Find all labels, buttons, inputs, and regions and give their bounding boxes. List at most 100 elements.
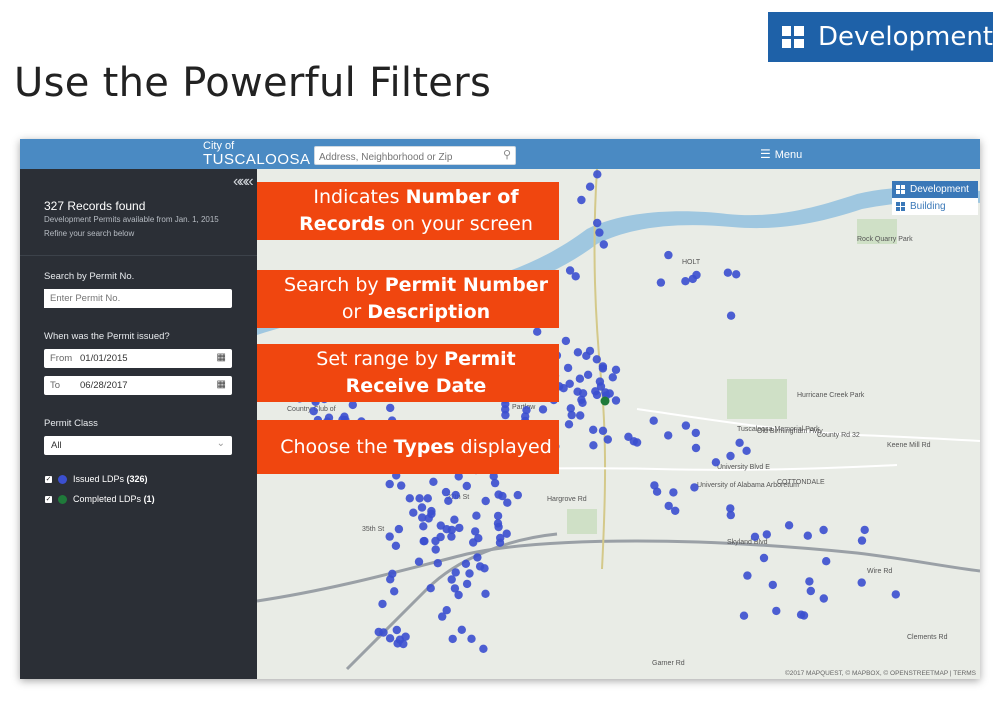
permit-marker[interactable] bbox=[490, 478, 500, 488]
permit-marker[interactable] bbox=[433, 559, 442, 568]
permit-marker[interactable] bbox=[385, 479, 394, 489]
permit-marker[interactable] bbox=[806, 586, 815, 596]
permit-marker[interactable] bbox=[462, 481, 471, 491]
permit-marker[interactable] bbox=[803, 531, 812, 540]
permit-marker[interactable] bbox=[450, 515, 459, 524]
permit-marker[interactable] bbox=[726, 510, 735, 520]
permit-marker[interactable] bbox=[691, 428, 700, 438]
permit-marker[interactable] bbox=[419, 537, 428, 546]
permit-marker[interactable] bbox=[595, 228, 604, 237]
permit-marker[interactable] bbox=[409, 508, 418, 517]
permit-marker[interactable] bbox=[503, 498, 512, 507]
permit-marker[interactable] bbox=[860, 525, 869, 535]
permit-marker[interactable] bbox=[743, 571, 752, 580]
permit-marker[interactable] bbox=[575, 374, 585, 383]
permit-marker[interactable] bbox=[564, 420, 574, 429]
permit-marker[interactable] bbox=[455, 523, 464, 533]
permit-marker[interactable] bbox=[611, 396, 621, 405]
permit-marker[interactable] bbox=[739, 611, 749, 620]
legend-completed[interactable]: ✓ Completed LDPs (1) bbox=[45, 494, 155, 504]
permit-marker[interactable] bbox=[394, 524, 404, 534]
permit-marker[interactable] bbox=[309, 407, 318, 416]
permit-marker[interactable] bbox=[589, 441, 598, 450]
permit-marker[interactable] bbox=[611, 365, 621, 374]
permit-marker[interactable] bbox=[735, 438, 744, 447]
search-icon[interactable]: ⚲ bbox=[503, 148, 511, 161]
permit-marker[interactable] bbox=[390, 587, 399, 596]
permit-marker[interactable] bbox=[388, 569, 397, 578]
permit-marker[interactable] bbox=[494, 490, 503, 499]
permit-marker[interactable] bbox=[656, 278, 666, 287]
permit-marker[interactable] bbox=[538, 405, 548, 414]
permit-marker[interactable] bbox=[431, 536, 440, 546]
permit-marker[interactable] bbox=[598, 426, 608, 435]
permit-marker[interactable] bbox=[669, 488, 678, 497]
permit-marker[interactable] bbox=[577, 195, 586, 205]
permit-marker[interactable] bbox=[566, 404, 575, 413]
permit-marker[interactable] bbox=[441, 487, 451, 497]
permit-marker[interactable] bbox=[723, 268, 733, 277]
city-logo[interactable]: City of TUSCALOOSA bbox=[203, 141, 311, 168]
permit-marker[interactable] bbox=[414, 557, 424, 566]
permit-marker[interactable] bbox=[750, 532, 760, 541]
permit-marker[interactable] bbox=[664, 250, 673, 260]
permit-marker[interactable] bbox=[442, 606, 451, 615]
permit-marker[interactable] bbox=[593, 218, 602, 228]
permit-marker[interactable] bbox=[465, 569, 474, 578]
calendar-icon[interactable]: ▦ bbox=[217, 379, 226, 390]
permit-marker[interactable] bbox=[450, 584, 460, 593]
permit-marker[interactable] bbox=[664, 431, 673, 440]
permit-marker[interactable] bbox=[431, 545, 440, 554]
permit-marker[interactable] bbox=[513, 490, 522, 500]
permit-marker[interactable] bbox=[573, 348, 583, 357]
permit-marker[interactable] bbox=[772, 606, 781, 616]
permit-marker[interactable] bbox=[592, 355, 601, 364]
permit-marker[interactable] bbox=[426, 584, 435, 593]
permit-marker[interactable] bbox=[681, 277, 690, 286]
permit-number-input[interactable] bbox=[44, 289, 226, 308]
permit-marker[interactable] bbox=[805, 577, 814, 586]
permit-marker[interactable] bbox=[582, 351, 591, 360]
permit-marker[interactable] bbox=[461, 559, 471, 568]
permit-marker[interactable] bbox=[451, 568, 460, 577]
collapse-sidebar-icon[interactable]: ««« bbox=[233, 173, 254, 191]
permit-marker[interactable] bbox=[385, 532, 394, 541]
permit-marker[interactable] bbox=[563, 363, 573, 373]
permit-marker[interactable] bbox=[451, 490, 460, 500]
permit-marker[interactable] bbox=[447, 532, 456, 541]
permit-marker[interactable] bbox=[429, 477, 438, 486]
permit-marker[interactable] bbox=[726, 311, 736, 320]
permit-marker[interactable] bbox=[601, 388, 610, 397]
permit-marker[interactable] bbox=[473, 553, 482, 562]
permit-marker[interactable] bbox=[726, 451, 735, 461]
permit-marker[interactable] bbox=[576, 411, 585, 420]
permit-marker[interactable] bbox=[401, 632, 410, 641]
permit-marker[interactable] bbox=[593, 170, 602, 179]
permit-marker[interactable] bbox=[691, 443, 701, 453]
calendar-icon[interactable]: ▦ bbox=[217, 352, 226, 363]
permit-marker[interactable] bbox=[681, 421, 691, 430]
permit-marker[interactable] bbox=[585, 182, 595, 191]
permit-marker[interactable] bbox=[405, 494, 414, 503]
permit-marker[interactable] bbox=[427, 509, 436, 519]
permit-class-select[interactable]: All ⌄ bbox=[44, 436, 232, 455]
permit-marker[interactable] bbox=[462, 579, 472, 589]
permit-marker[interactable] bbox=[742, 446, 751, 455]
permit-marker[interactable] bbox=[391, 541, 401, 550]
map-attribution[interactable]: ©2017 MAPQUEST, © MAPBOX, © OPENSTREETMA… bbox=[785, 670, 976, 677]
permit-marker[interactable] bbox=[671, 506, 680, 515]
permit-marker[interactable] bbox=[598, 364, 608, 373]
permit-marker[interactable] bbox=[784, 521, 794, 530]
menu-button[interactable]: ☰ Menu bbox=[760, 147, 802, 161]
permit-marker[interactable] bbox=[385, 634, 395, 643]
permit-marker[interactable] bbox=[444, 496, 453, 505]
permit-marker[interactable] bbox=[577, 395, 586, 404]
permit-marker[interactable] bbox=[469, 538, 478, 547]
permit-marker[interactable] bbox=[502, 529, 511, 538]
permit-marker[interactable] bbox=[423, 494, 432, 503]
permit-marker[interactable] bbox=[796, 610, 806, 619]
permit-marker[interactable] bbox=[768, 580, 777, 590]
permit-marker[interactable] bbox=[415, 494, 424, 503]
permit-marker[interactable] bbox=[762, 530, 771, 539]
layer-building[interactable]: Building bbox=[892, 198, 978, 215]
